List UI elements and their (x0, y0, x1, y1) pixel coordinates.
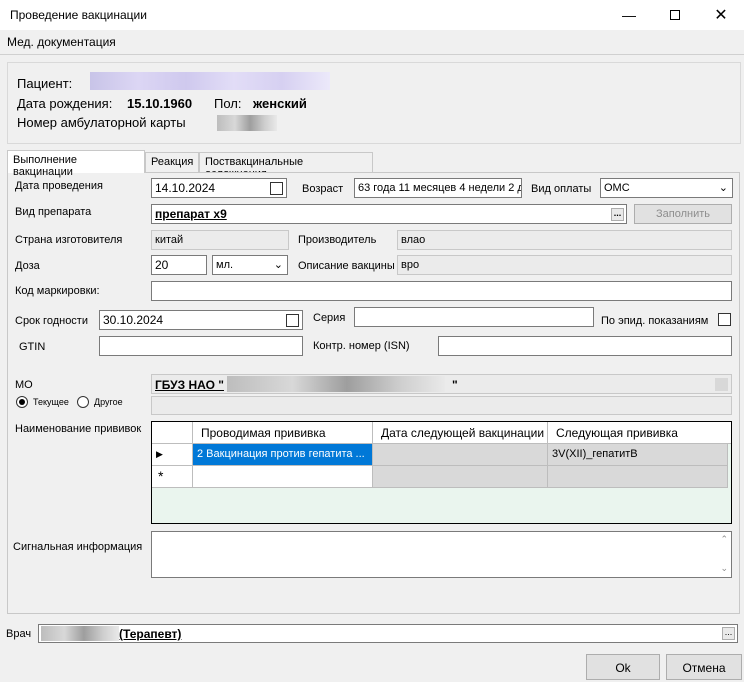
close-icon: ✕ (714, 7, 728, 24)
signal-label: Сигнальная информация (13, 541, 143, 553)
pay-label: Вид оплаты (531, 183, 592, 195)
mo-value: ГБУЗ НАО " (155, 378, 224, 392)
grid-new-cell-next-vacc[interactable] (548, 466, 728, 488)
chevron-down-icon: ⌄ (718, 182, 728, 194)
epid-checkbox[interactable] (718, 313, 731, 326)
epid-label: По эпид. показаниям (601, 315, 709, 327)
gtin-label: GTIN (19, 341, 46, 353)
series-input[interactable] (354, 307, 594, 327)
radio-current[interactable] (16, 396, 28, 408)
row-selector-new[interactable]: * (152, 466, 193, 488)
birth-label: Дата рождения: (17, 96, 113, 111)
date-checkbox[interactable] (270, 182, 283, 195)
desc-field: вро (397, 255, 732, 275)
tab-reaction[interactable]: Реакция (145, 152, 199, 172)
maximize-button[interactable] (652, 0, 698, 30)
grid-new-cell-current[interactable] (193, 466, 373, 488)
scroll-up-icon[interactable]: ⌃ (720, 534, 728, 545)
grid-new-cell-next-date[interactable] (373, 466, 548, 488)
card-label: Номер амбулаторной карты (17, 115, 186, 130)
expiry-input[interactable]: 30.10.2024 (99, 310, 303, 330)
country-label: Страна изготовителя (15, 234, 123, 246)
radio-other-label: Другое (94, 397, 123, 407)
drug-field[interactable]: препарат х9 ... (151, 204, 627, 224)
patient-label: Пациент: (17, 76, 73, 91)
ellipsis-icon[interactable]: ... (722, 627, 735, 640)
pay-select[interactable]: ОМС ⌄ (600, 178, 733, 198)
grid-cell-current[interactable]: 2 Вакцинация против гепатита ... (193, 444, 373, 466)
dose-label: Доза (15, 260, 40, 272)
chevron-down-icon: ⌄ (273, 259, 283, 271)
grid-header-next-date[interactable]: Дата следующей вакцинации (373, 422, 548, 444)
age-label: Возраст (302, 183, 344, 195)
card-number-redacted (217, 115, 277, 131)
fill-button[interactable]: Заполнить (634, 204, 732, 224)
radio-other[interactable] (77, 396, 89, 408)
unit-value: мл. (216, 259, 234, 271)
signal-textarea[interactable]: ⌃ ⌄ (151, 531, 732, 578)
sex-value: женский (253, 96, 307, 111)
control-label: Контр. номер (ISN) (313, 340, 410, 352)
maximize-icon (670, 10, 680, 20)
row-selector-current[interactable]: ▶ (152, 444, 193, 466)
desc-label: Описание вакцины (298, 260, 395, 272)
unit-select[interactable]: мл. ⌄ (212, 255, 288, 275)
expiry-checkbox[interactable] (286, 314, 299, 327)
dose-input[interactable]: 20 (151, 255, 207, 275)
expiry-label: Срок годности (15, 315, 88, 327)
doctor-value: (Терапевт) (119, 627, 182, 641)
age-field: 63 года 11 месяцев 4 недели 2 д (354, 178, 522, 198)
scroll-down-icon[interactable]: ⌄ (720, 563, 728, 574)
control-input[interactable] (438, 336, 732, 356)
cancel-button[interactable]: Отмена (666, 654, 742, 680)
pay-value: ОМС (604, 182, 630, 194)
grid-header-current[interactable]: Проводимая прививка (193, 422, 373, 444)
doctor-field[interactable]: (Терапевт) ... (38, 624, 738, 643)
vacc-names-label: Наименование прививок (15, 423, 142, 435)
date-label: Дата проведения (15, 180, 103, 192)
grid-cell-next-vacc[interactable]: 3V(XII)_гепатитB (548, 444, 728, 466)
country-field: китай (151, 230, 289, 250)
maker-field: влао (397, 230, 732, 250)
mo-name-redacted (227, 376, 445, 392)
close-button[interactable]: ✕ (698, 0, 744, 30)
menu-med-docs[interactable]: Мед. документация (7, 35, 116, 49)
maker-label: Производитель (298, 234, 377, 246)
tab-vaccination[interactable]: Выполнение вакцинации (7, 150, 145, 178)
date-value: 14.10.2024 (155, 181, 216, 195)
minimize-button[interactable]: — (606, 0, 652, 30)
mo-value-end: " (452, 378, 458, 392)
minimize-icon: — (622, 7, 636, 23)
ellipsis-icon[interactable]: ... (611, 208, 624, 221)
marking-label: Код маркировки: (15, 285, 100, 297)
series-label: Серия (313, 312, 346, 324)
radio-current-label: Текущее (33, 397, 69, 407)
menu-divider (0, 54, 744, 55)
tab-complications[interactable]: Поствакцинальные осложнения (199, 152, 373, 180)
mo-label: МО (15, 379, 33, 391)
date-input[interactable]: 14.10.2024 (151, 178, 287, 198)
expiry-value: 30.10.2024 (103, 313, 164, 327)
doctor-name-redacted (41, 626, 119, 641)
grid-corner (152, 422, 193, 444)
sex-label: Пол: (214, 96, 242, 111)
grid-header-next-vacc[interactable]: Следующая прививка (548, 422, 731, 444)
birth-value: 15.10.1960 (127, 96, 193, 111)
ok-button[interactable]: Ok (586, 654, 660, 680)
mo-field: ГБУЗ НАО " " (151, 374, 732, 394)
drug-value: препарат х9 (155, 207, 227, 221)
window-title: Проведение вакцинации (10, 8, 147, 22)
patient-name-redacted (90, 72, 330, 90)
mo-other-field (151, 396, 732, 415)
vaccinations-grid[interactable]: Проводимая прививка Дата следующей вакци… (151, 421, 732, 524)
doctor-label: Врач (6, 628, 32, 640)
mo-side-box (715, 378, 728, 391)
gtin-input[interactable] (99, 336, 303, 356)
drug-label: Вид препарата (15, 206, 92, 218)
marking-input[interactable] (151, 281, 732, 301)
grid-cell-next-date[interactable] (373, 444, 548, 466)
